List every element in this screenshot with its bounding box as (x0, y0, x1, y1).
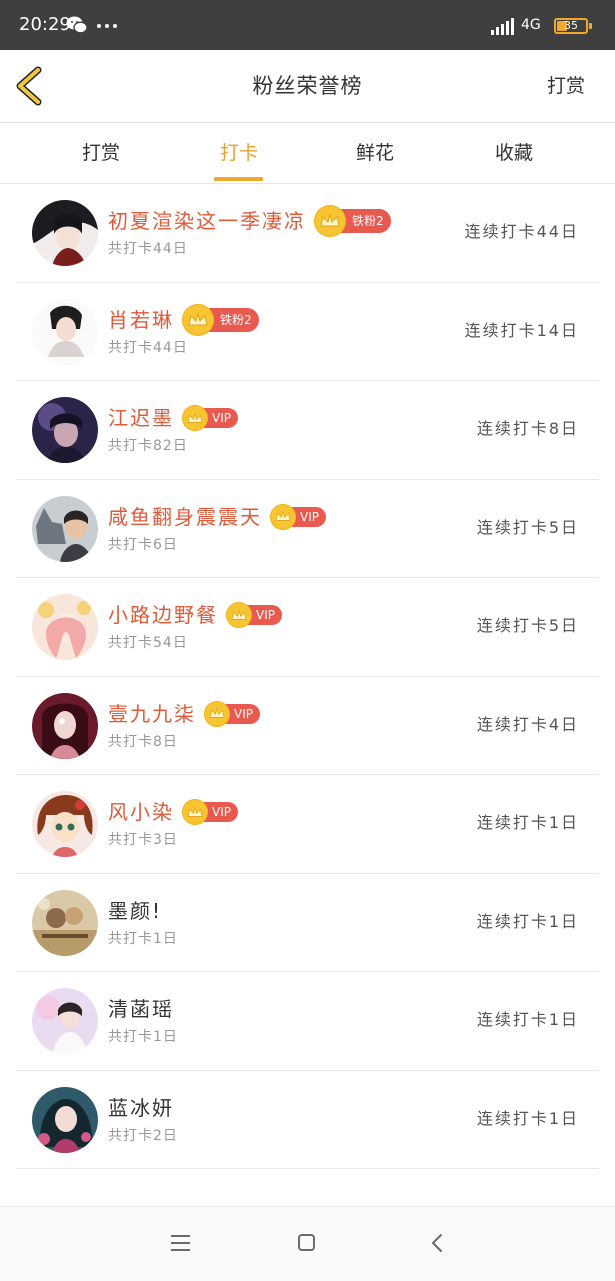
fan-name: 小路边野餐 (108, 603, 218, 627)
list-item[interactable]: 蓝冰妍 共打卡2日 连续打卡1日 (16, 1071, 599, 1169)
tab-reward[interactable]: 打赏 (46, 123, 156, 183)
list-item[interactable]: . 肖若琳 铁粉2 共打卡44日 连续打卡14日 (16, 283, 599, 381)
active-tab-indicator (214, 177, 263, 181)
fan-level-badge: VIP (182, 405, 238, 431)
crown-icon (226, 602, 252, 628)
fan-level-badge: VIP (226, 602, 282, 628)
avatar[interactable] (32, 889, 98, 956)
wechat-icon (66, 16, 88, 34)
fan-name: 江迟墨 (108, 406, 174, 430)
total-checkins: 共打卡44日 (108, 241, 188, 257)
total-checkins: 共打卡3日 (108, 832, 178, 848)
fan-name: 壹九九柒 (108, 701, 196, 726)
list-item[interactable]: 风小染 VIP 共打卡3日 连续打卡1日 (16, 775, 599, 874)
checkin-streak: 连续打卡8日 (476, 419, 579, 438)
checkin-streak: 连续打卡5日 (476, 616, 579, 635)
crown-icon (182, 405, 208, 431)
total-checkins: 共打卡8日 (108, 733, 178, 750)
avatar[interactable] (32, 791, 98, 857)
avatar[interactable]: . (32, 298, 98, 365)
fan-level-badge: VIP (182, 799, 238, 825)
avatar[interactable] (32, 495, 98, 562)
checkin-streak: 连续打卡1日 (476, 813, 579, 832)
tab-favorites[interactable]: 收藏 (459, 123, 569, 183)
list-item[interactable]: 初夏渲染这一季凄凉 铁粉2 共打卡44日 连续打卡44日 (16, 184, 599, 283)
fan-level-badge: 铁粉2 (182, 303, 259, 336)
tab-flowers[interactable]: 鲜花 (320, 123, 430, 183)
fan-name: 初夏渲染这一季凄凉 (108, 209, 306, 233)
fan-name: 清菡瑶 (108, 997, 174, 1021)
list-item[interactable]: 墨颜! 共打卡1日 连续打卡1日 (16, 874, 599, 972)
total-checkins: 共打卡1日 (108, 930, 178, 947)
fan-name: 肖若琳 (108, 307, 174, 332)
more-dots-icon (97, 24, 117, 28)
crown-icon (314, 205, 346, 237)
status-time: 20:29 (19, 14, 71, 35)
crown-icon (182, 303, 214, 336)
total-checkins: 共打卡1日 (108, 1029, 178, 1045)
checkin-streak: 连续打卡4日 (476, 714, 579, 734)
crown-icon (182, 799, 208, 825)
list-item[interactable]: 壹九九柒 VIP 共打卡8日 连续打卡4日 (16, 677, 599, 775)
status-bar: 20:29 4G 35 (0, 0, 615, 50)
system-navigation-bar (0, 1206, 615, 1281)
avatar[interactable] (32, 594, 98, 660)
reward-button[interactable]: 打赏 (547, 73, 585, 99)
signal-icon (491, 18, 514, 35)
tab-checkin[interactable]: 打卡 (184, 123, 294, 183)
list-item[interactable]: 小路边野餐 VIP 共打卡54日 连续打卡5日 (16, 578, 599, 677)
fan-level-badge: VIP (204, 700, 260, 727)
avatar[interactable] (32, 200, 98, 266)
fan-name: 蓝冰妍 (108, 1095, 174, 1120)
checkin-streak: 连续打卡5日 (476, 517, 579, 537)
avatar[interactable] (32, 397, 98, 463)
list-item[interactable]: 江迟墨 VIP 共打卡82日 连续打卡8日 (16, 381, 599, 480)
total-checkins: 共打卡44日 (108, 339, 188, 356)
page-title: 粉丝荣誉榜 (252, 74, 363, 98)
crown-icon (270, 503, 296, 530)
checkin-streak: 连续打卡1日 (476, 911, 579, 931)
network-type: 4G (521, 17, 541, 33)
menu-icon[interactable] (171, 1235, 190, 1251)
total-checkins: 共打卡82日 (108, 438, 188, 454)
fan-list: 初夏渲染这一季凄凉 铁粉2 共打卡44日 连续打卡44日 . 肖若琳 铁粉2 共… (0, 184, 615, 1169)
back-icon[interactable] (430, 1233, 444, 1253)
total-checkins: 共打卡54日 (108, 635, 188, 651)
battery-cap (589, 23, 592, 29)
fan-name: 风小染 (108, 800, 174, 824)
checkin-streak: 连续打卡14日 (464, 320, 579, 340)
svg-text:.: . (46, 358, 47, 363)
total-checkins: 共打卡6日 (108, 536, 178, 553)
home-icon[interactable] (298, 1234, 315, 1251)
header: 粉丝荣誉榜 打赏 (0, 50, 615, 123)
avatar[interactable] (32, 692, 98, 759)
checkin-streak: 连续打卡1日 (476, 1010, 579, 1029)
battery-percent: 35 (564, 19, 578, 32)
fan-level-badge: VIP (270, 503, 326, 530)
tab-bar: 打赏 打卡 鲜花 收藏 (0, 123, 615, 184)
battery-icon: 35 (554, 18, 588, 34)
list-item[interactable]: 清菡瑶 共打卡1日 连续打卡1日 (16, 972, 599, 1071)
fan-level-badge: 铁粉2 (314, 205, 391, 237)
checkin-streak: 连续打卡44日 (464, 222, 579, 241)
avatar[interactable] (32, 988, 98, 1054)
avatar[interactable] (32, 1086, 98, 1153)
checkin-streak: 连续打卡1日 (476, 1108, 579, 1128)
list-item[interactable]: 咸鱼翻身震震天 VIP 共打卡6日 连续打卡5日 (16, 480, 599, 578)
fan-name: 咸鱼翻身震震天 (108, 504, 262, 529)
fan-name: 墨颜! (108, 898, 163, 923)
total-checkins: 共打卡2日 (108, 1127, 178, 1144)
crown-icon (204, 700, 230, 727)
